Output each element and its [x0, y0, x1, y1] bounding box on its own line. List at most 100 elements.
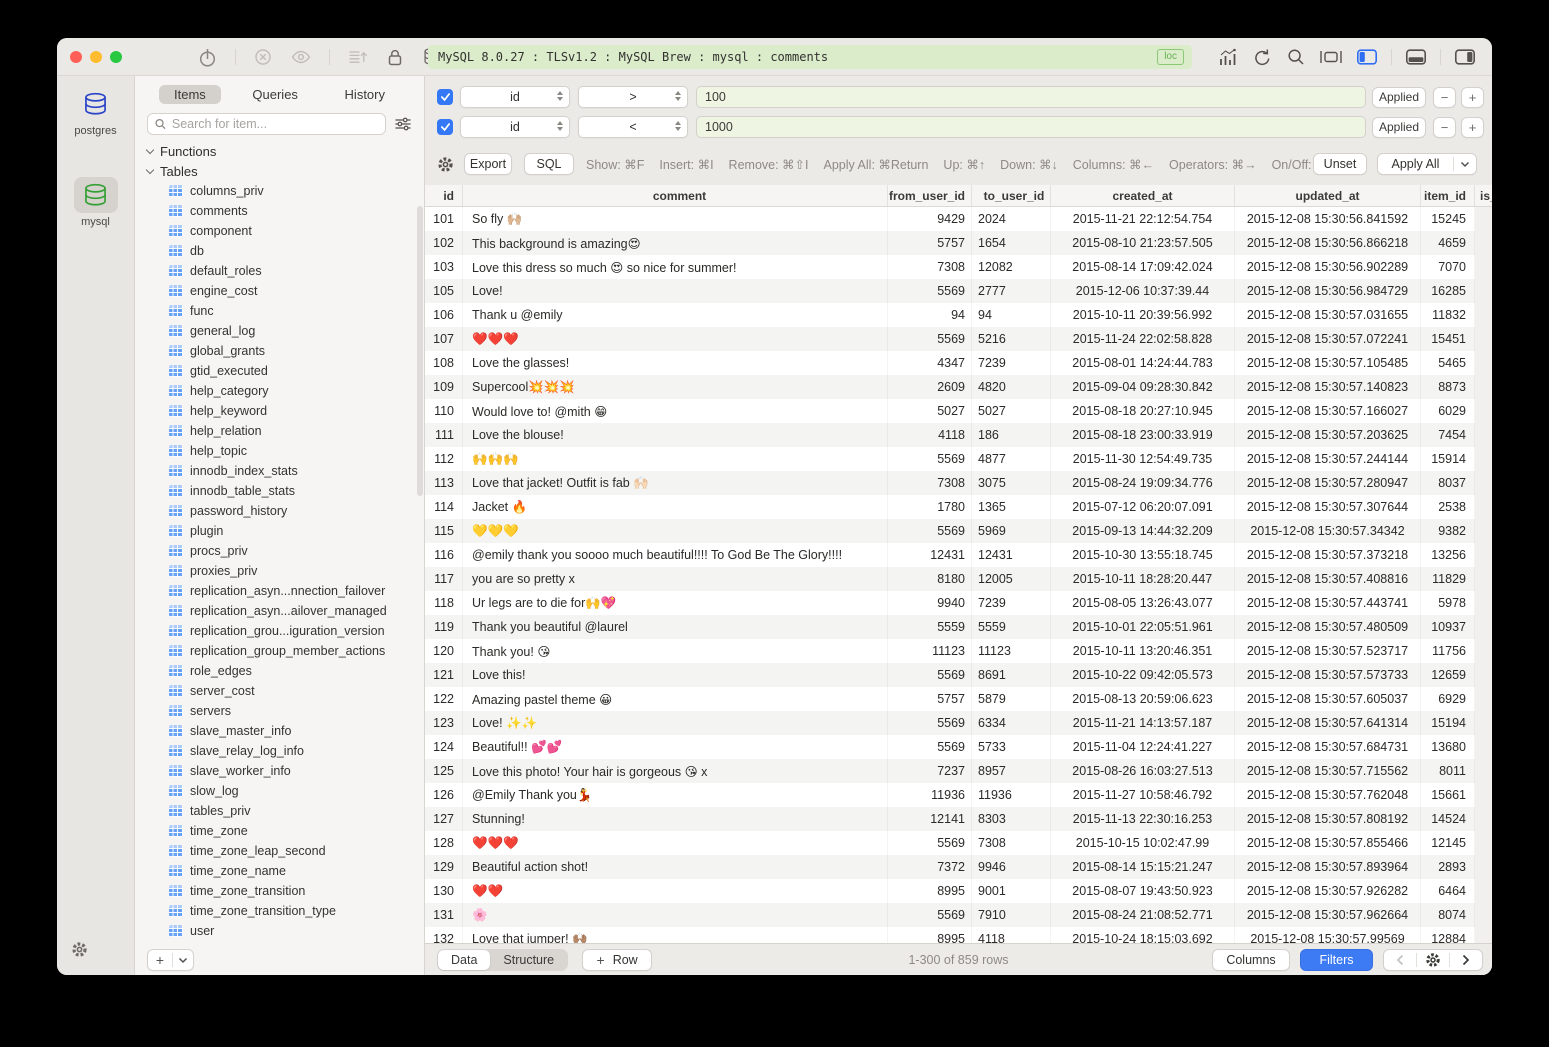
add-filter-button[interactable]: +	[1461, 87, 1484, 108]
filter-enabled-checkbox[interactable]	[437, 89, 453, 105]
add-filter-button[interactable]: +	[1461, 117, 1484, 138]
sidebar-tab-items[interactable]: Items	[159, 85, 221, 104]
refresh-icon[interactable]	[1252, 47, 1273, 68]
sidebar-item-table[interactable]: slave_worker_info	[135, 761, 424, 781]
table-row[interactable]: 132Love that jumper! 🙌🏽899541182015-10-2…	[425, 927, 1492, 943]
sidebar-item-table[interactable]: plugin	[135, 521, 424, 541]
sidebar-item-table[interactable]: general_log	[135, 321, 424, 341]
view-tab-structure[interactable]: Structure	[490, 950, 567, 970]
previous-page-button[interactable]	[1384, 954, 1416, 966]
sidebar-item-table[interactable]: slave_master_info	[135, 721, 424, 741]
filter-column-select[interactable]: id	[460, 116, 570, 138]
sidebar-scrollbar[interactable]	[417, 206, 423, 496]
table-row[interactable]: 105Love!556927772015-12-06 10:37:39.4420…	[425, 279, 1492, 303]
chevron-down-icon[interactable]	[1454, 161, 1476, 168]
table-row[interactable]: 129Beautiful action shot!737299462015-08…	[425, 855, 1492, 879]
add-item-split-button[interactable]: +	[147, 949, 194, 971]
disconnect-icon[interactable]	[253, 47, 273, 67]
sidebar-item-table[interactable]: help_category	[135, 381, 424, 401]
sidebar-item-table[interactable]: proxies_priv	[135, 561, 424, 581]
table-row[interactable]: 123Love! ✨✨556963342015-11-21 14:13:57.1…	[425, 711, 1492, 735]
connection-mysql[interactable]: mysql	[57, 177, 134, 228]
page-settings-gear-icon[interactable]	[1417, 952, 1449, 968]
sidebar-item-table[interactable]: innodb_index_stats	[135, 461, 424, 481]
sidebar-item-table[interactable]: replication_asyn...ailover_managed	[135, 601, 424, 621]
sidebar-item-table[interactable]: innodb_table_stats	[135, 481, 424, 501]
sidebar-item-table[interactable]: time_zone_transition	[135, 881, 424, 901]
column-header-created_at[interactable]: created_at	[1051, 185, 1235, 206]
table-row[interactable]: 103Love this dress so much 😍 so nice for…	[425, 255, 1492, 279]
sidebar-item-table[interactable]: time_zone_transition_type	[135, 901, 424, 921]
table-row[interactable]: 107❤️❤️❤️556952162015-11-24 22:02:58.828…	[425, 327, 1492, 351]
toggle-bottom-panel-icon[interactable]	[1405, 48, 1427, 66]
columns-button[interactable]: Columns	[1212, 949, 1290, 971]
sidebar-item-table[interactable]: comments	[135, 201, 424, 221]
search-input[interactable]	[172, 117, 379, 131]
filters-button[interactable]: Filters	[1300, 949, 1373, 971]
filter-applied-button[interactable]: Applied	[1372, 87, 1426, 108]
remove-filter-button[interactable]: −	[1433, 117, 1456, 138]
sidebar-item-table[interactable]: component	[135, 221, 424, 241]
sidebar-item-table[interactable]: replication_grou...iguration_version	[135, 621, 424, 641]
sidebar-item-table[interactable]: password_history	[135, 501, 424, 521]
filter-operator-select[interactable]: <	[578, 116, 688, 138]
table-row[interactable]: 109Supercool💥💥💥260948202015-09-04 09:28:…	[425, 375, 1492, 399]
column-header-id[interactable]: id	[425, 185, 463, 206]
unset-button[interactable]: Unset	[1313, 153, 1367, 175]
table-row[interactable]: 131🌸556979102015-08-24 21:08:52.7712015-…	[425, 903, 1492, 927]
filter-settings-gear-icon[interactable]	[437, 156, 454, 173]
sidebar-item-table[interactable]: gtid_executed	[135, 361, 424, 381]
view-tab-data[interactable]: Data	[438, 950, 490, 970]
next-page-button[interactable]	[1450, 954, 1482, 966]
table-row[interactable]: 112🙌🙌🙌556948772015-11-30 12:54:49.735201…	[425, 447, 1492, 471]
import-list-icon[interactable]	[347, 47, 368, 67]
sidebar-tab-history[interactable]: History	[330, 85, 400, 104]
sidebar-item-table[interactable]: time_zone_name	[135, 861, 424, 881]
column-header-to_user_id[interactable]: to_user_id	[972, 185, 1051, 206]
settings-gear-icon[interactable]	[71, 941, 88, 963]
search-icon[interactable]	[1286, 47, 1306, 67]
column-header-is_[interactable]: is_	[1475, 185, 1492, 206]
table-row[interactable]: 125Love this photo! Your hair is gorgeou…	[425, 759, 1492, 783]
sidebar-item-table[interactable]: replication_group_member_actions	[135, 641, 424, 661]
sidebar-item-table[interactable]: procs_priv	[135, 541, 424, 561]
sidebar-item-table[interactable]: replication_asyn...nnection_failover	[135, 581, 424, 601]
filter-options-icon[interactable]	[394, 116, 412, 132]
table-row[interactable]: 108Love the glasses!434772392015-08-01 1…	[425, 351, 1492, 375]
table-row[interactable]: 122Amazing pastel theme 😀575758792015-08…	[425, 687, 1492, 711]
table-row[interactable]: 128❤️❤️❤️556973082015-10-15 10:02:47.992…	[425, 831, 1492, 855]
sidebar-item-table[interactable]: servers	[135, 701, 424, 721]
sidebar-item-table[interactable]: role_edges	[135, 661, 424, 681]
sidebar-item-table[interactable]: func	[135, 301, 424, 321]
close-window-button[interactable]	[70, 51, 82, 63]
table-row[interactable]: 119Thank you beautiful @laurel5559555920…	[425, 615, 1492, 639]
table-row[interactable]: 110Would love to! @mith 😁502750272015-08…	[425, 399, 1492, 423]
center-layout-icon[interactable]	[1319, 48, 1343, 66]
toggle-right-panel-icon[interactable]	[1454, 48, 1476, 66]
table-row[interactable]: 115💛💛💛556959692015-09-13 14:44:32.209201…	[425, 519, 1492, 543]
sidebar-item-table[interactable]: server_cost	[135, 681, 424, 701]
table-row[interactable]: 120Thank you! 😘11123111232015-10-11 13:2…	[425, 639, 1492, 663]
column-header-item_id[interactable]: item_id	[1421, 185, 1475, 206]
table-row[interactable]: 124Beautiful!! 💕💕556957332015-11-04 12:2…	[425, 735, 1492, 759]
add-item-button[interactable]: +	[148, 952, 172, 968]
sidebar-item-table[interactable]: columns_priv	[135, 181, 424, 201]
table-row[interactable]: 113Love that jacket! Outfit is fab 🙌🏻730…	[425, 471, 1492, 495]
filter-enabled-checkbox[interactable]	[437, 119, 453, 135]
lock-icon[interactable]	[385, 47, 405, 68]
table-row[interactable]: 101So fly 🙌🏼942920242015-11-21 22:12:54.…	[425, 207, 1492, 231]
table-row[interactable]: 111Love the blouse!41181862015-08-18 23:…	[425, 423, 1492, 447]
zoom-window-button[interactable]	[110, 51, 122, 63]
sidebar-item-table[interactable]: slave_relay_log_info	[135, 741, 424, 761]
connection-postgres[interactable]: postgres	[57, 86, 134, 137]
sidebar-item-table[interactable]: tables_priv	[135, 801, 424, 821]
sidebar-item-table[interactable]: help_keyword	[135, 401, 424, 421]
toggle-left-panel-icon[interactable]	[1356, 48, 1378, 66]
table-row[interactable]: 117you are so pretty x8180120052015-10-1…	[425, 567, 1492, 591]
filter-operator-select[interactable]: >	[578, 86, 688, 108]
tree-group-functions[interactable]: Functions	[135, 141, 424, 161]
minimize-window-button[interactable]	[90, 51, 102, 63]
sidebar-item-table[interactable]: help_topic	[135, 441, 424, 461]
sidebar-item-table[interactable]: engine_cost	[135, 281, 424, 301]
table-row[interactable]: 102This background is amazing😍5757165420…	[425, 231, 1492, 255]
